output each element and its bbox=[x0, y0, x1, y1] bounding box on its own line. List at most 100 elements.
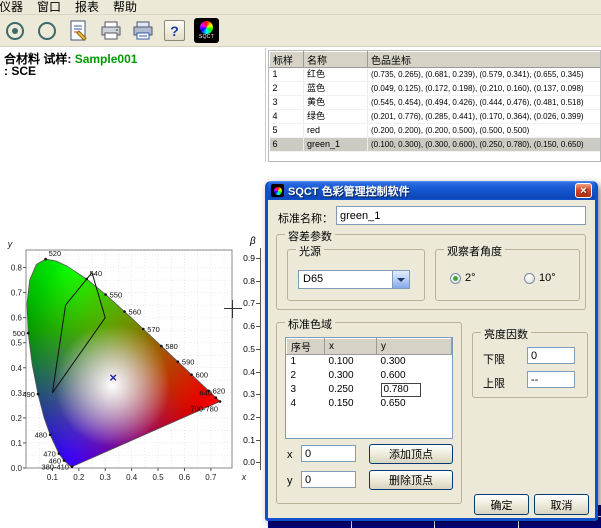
svg-text:480: 480 bbox=[35, 431, 48, 440]
standard-name-input[interactable] bbox=[336, 206, 586, 225]
vertex-row[interactable]: 20.3000.600 bbox=[287, 369, 452, 383]
crosshair-cursor bbox=[224, 300, 242, 318]
standard-id: 2 bbox=[270, 82, 304, 96]
standard-id: 1 bbox=[270, 68, 304, 82]
standard-id: 4 bbox=[270, 110, 304, 124]
dialog-title-bar[interactable]: SQCT 色彩管理控制软件 bbox=[268, 181, 595, 200]
column-header-standard[interactable]: 标样 bbox=[270, 52, 304, 68]
radio-icon bbox=[524, 273, 535, 284]
beta-tick-label: 0.3 bbox=[236, 389, 255, 399]
standard-name: 绿色 bbox=[304, 110, 368, 124]
toolbar: SQCT bbox=[0, 15, 601, 47]
circle-icon[interactable] bbox=[34, 18, 59, 44]
svg-text:590: 590 bbox=[182, 358, 195, 367]
x-coord-input[interactable] bbox=[301, 445, 356, 462]
svg-text:y: y bbox=[7, 239, 13, 249]
vertex-seq: 2 bbox=[287, 369, 325, 383]
beta-tick-label: 0.0 bbox=[236, 457, 255, 467]
table-row[interactable]: 5red(0.200, 0.200), (0.200, 0.500), (0.5… bbox=[270, 124, 601, 138]
svg-text:550: 550 bbox=[110, 291, 123, 300]
standard-id: 5 bbox=[270, 124, 304, 138]
table-row[interactable]: 3黄色(0.545, 0.454), (0.494, 0.426), (0.44… bbox=[270, 96, 601, 110]
menu-item-instrument[interactable]: 仪器 bbox=[0, 0, 30, 14]
beta-tick-label: 0.1 bbox=[236, 435, 255, 445]
y-coord-label: y bbox=[287, 475, 293, 487]
column-header-coords[interactable]: 色品坐标 bbox=[368, 52, 601, 68]
help-icon[interactable] bbox=[162, 18, 187, 44]
svg-text:0.3: 0.3 bbox=[11, 389, 23, 398]
cell-editor[interactable]: 0.780 bbox=[381, 383, 421, 397]
luminance-group: 亮度因数 下限 上限 bbox=[472, 332, 588, 398]
close-icon[interactable] bbox=[575, 183, 592, 198]
vertex-row[interactable]: 10.1000.300 bbox=[287, 355, 452, 370]
tolerance-group-label: 容差参数 bbox=[285, 228, 335, 244]
radio-icon bbox=[450, 273, 461, 284]
vertex-row[interactable]: 30.2500.780 bbox=[287, 383, 452, 397]
print-preview-icon[interactable] bbox=[130, 18, 155, 44]
beta-axis-label: β bbox=[250, 236, 256, 247]
standard-coords: (0.100, 0.300), (0.300, 0.600), (0.250, … bbox=[368, 138, 601, 152]
light-source-select[interactable]: D65 bbox=[298, 270, 410, 289]
standard-name: 黄色 bbox=[304, 96, 368, 110]
standard-name: green_1 bbox=[304, 138, 368, 152]
vertex-x: 0.150 bbox=[325, 397, 377, 411]
pane-divider bbox=[265, 48, 266, 162]
observer-2deg-radio[interactable]: 2° bbox=[450, 272, 476, 284]
svg-text:580: 580 bbox=[165, 342, 178, 351]
vertex-header-seq[interactable]: 序号 bbox=[287, 339, 325, 355]
sqct-swirl-icon bbox=[200, 21, 213, 34]
vertex-x: 0.300 bbox=[325, 369, 377, 383]
add-vertex-button[interactable]: 添加顶点 bbox=[369, 444, 453, 464]
standard-coords: (0.735, 0.265), (0.681, 0.239), (0.579, … bbox=[368, 68, 601, 82]
table-row[interactable]: 4绿色(0.201, 0.776), (0.285, 0.441), (0.17… bbox=[270, 110, 601, 124]
print-icon[interactable] bbox=[98, 18, 123, 44]
cie-chromaticity-chart[interactable]: 0.10.20.30.40.50.60.70.80.70.60.50.40.30… bbox=[0, 236, 262, 494]
lower-limit-input[interactable] bbox=[527, 347, 575, 364]
report-icon[interactable] bbox=[66, 18, 91, 44]
standard-coords: (0.200, 0.200), (0.200, 0.500), (0.500, … bbox=[368, 124, 601, 138]
svg-text:0.3: 0.3 bbox=[100, 473, 112, 482]
sqct-logo-icon[interactable]: SQCT bbox=[194, 18, 219, 44]
menu-item-window[interactable]: 窗口 bbox=[30, 0, 68, 14]
standard-coords: (0.545, 0.454), (0.494, 0.426), (0.444, … bbox=[368, 96, 601, 110]
svg-text:520: 520 bbox=[49, 249, 62, 258]
svg-text:0.2: 0.2 bbox=[11, 414, 23, 423]
cancel-button[interactable]: 取消 bbox=[534, 494, 589, 515]
y-coord-input[interactable] bbox=[301, 471, 356, 488]
beta-tick-label: 0.9 bbox=[236, 253, 255, 263]
svg-text:0.4: 0.4 bbox=[11, 364, 23, 373]
chevron-down-icon[interactable] bbox=[392, 271, 409, 288]
table-row[interactable]: 1红色(0.735, 0.265), (0.681, 0.239), (0.57… bbox=[270, 68, 601, 82]
observer-angle-group: 观察者角度 2° 10° bbox=[435, 249, 580, 301]
gamut-group: 标准色域 序号 x y 10.1000.30020.3000.60030.250… bbox=[276, 322, 462, 504]
beta-tick-label: 0.6 bbox=[236, 321, 255, 331]
standard-name-label: 标准名称： bbox=[278, 210, 333, 226]
vertex-y: 0.650 bbox=[377, 397, 452, 411]
table-row[interactable]: 2蓝色(0.049, 0.125), (0.172, 0.198), (0.21… bbox=[270, 82, 601, 96]
standard-coords: (0.049, 0.125), (0.172, 0.198), (0.210, … bbox=[368, 82, 601, 96]
light-source-group: 光源 D65 bbox=[287, 249, 425, 301]
menu-item-report[interactable]: 报表 bbox=[68, 0, 106, 14]
beta-axis-line bbox=[260, 248, 261, 470]
beta-tick-label: 0.4 bbox=[236, 367, 255, 377]
svg-text:0.6: 0.6 bbox=[179, 473, 191, 482]
standard-name: red bbox=[304, 124, 368, 138]
delete-vertex-button[interactable]: 删除顶点 bbox=[369, 470, 453, 490]
observer-10deg-radio[interactable]: 10° bbox=[524, 272, 556, 284]
vertex-row[interactable]: 40.1500.650 bbox=[287, 397, 452, 411]
ok-button[interactable]: 确定 bbox=[474, 494, 529, 515]
upper-limit-input[interactable] bbox=[527, 371, 575, 388]
svg-text:0.5: 0.5 bbox=[152, 473, 164, 482]
svg-text:500: 500 bbox=[13, 329, 26, 338]
svg-text:0.1: 0.1 bbox=[11, 439, 23, 448]
vertex-header-x[interactable]: x bbox=[325, 339, 377, 355]
standard-coords: (0.201, 0.776), (0.285, 0.441), (0.170, … bbox=[368, 110, 601, 124]
column-header-name[interactable]: 名称 bbox=[304, 52, 368, 68]
menu-item-help[interactable]: 帮助 bbox=[106, 0, 144, 14]
target-icon[interactable] bbox=[2, 18, 27, 44]
vertex-seq: 4 bbox=[287, 397, 325, 411]
table-row[interactable]: 6green_1(0.100, 0.300), (0.300, 0.600), … bbox=[270, 138, 601, 152]
sqct-logo-label: SQCT bbox=[199, 34, 214, 40]
vertex-header-y[interactable]: y bbox=[377, 339, 452, 355]
svg-text:0.7: 0.7 bbox=[11, 289, 23, 298]
